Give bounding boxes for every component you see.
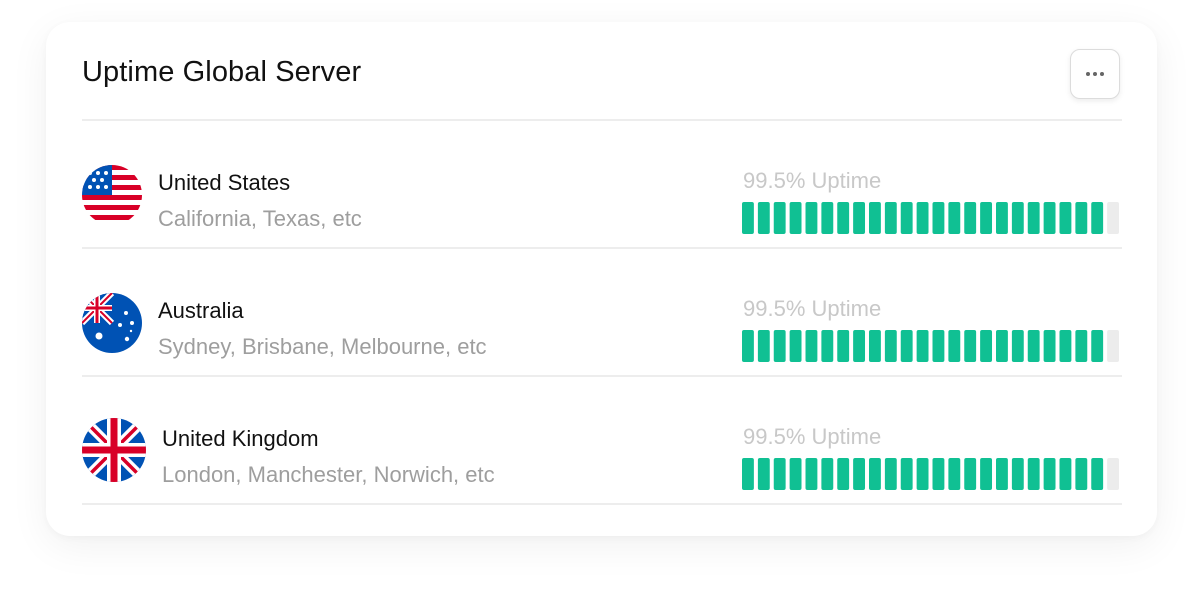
uptime-segment-up — [805, 202, 818, 234]
uptime-segment-up — [916, 202, 929, 234]
uptime-segment-up — [996, 458, 1008, 490]
row-divider — [82, 375, 1122, 377]
uk-flag-icon — [82, 418, 146, 482]
uptime-segment-up — [789, 202, 802, 234]
uptime-segment-up — [869, 458, 881, 490]
uptime-segment-up — [837, 330, 850, 362]
uptime-segment-up — [869, 202, 881, 234]
uptime-segment-up — [1091, 330, 1104, 362]
server-row-australia: Australia Sydney, Brisbane, Melbourne, e… — [82, 293, 1122, 393]
uptime-segment-up — [1075, 330, 1088, 362]
more-options-button[interactable] — [1070, 49, 1120, 99]
uptime-segment-up — [980, 330, 993, 362]
server-country: Australia — [158, 298, 244, 323]
uptime-segment-up — [773, 330, 786, 362]
uptime-segment-up — [900, 330, 913, 362]
uptime-segment-up — [1043, 330, 1056, 362]
server-country: United Kingdom — [162, 426, 319, 451]
uptime-segment-up — [948, 458, 961, 490]
uptime-segment-up — [757, 202, 770, 234]
header-divider — [82, 119, 1122, 121]
more-dot-icon — [1100, 72, 1104, 76]
uptime-segment-up — [821, 330, 834, 362]
uptime-segment-up — [1059, 330, 1072, 362]
server-country: United States — [158, 170, 291, 195]
uptime-segment-up — [1059, 202, 1072, 234]
uptime-segment-up — [900, 458, 913, 490]
uptime-segment-up — [821, 202, 834, 234]
uptime-segment-up — [1027, 330, 1040, 362]
uptime-segment-up — [869, 330, 881, 362]
uptime-segment-up — [980, 458, 993, 490]
uptime-segment-up — [742, 458, 754, 490]
uptime-segment-up — [773, 202, 786, 234]
uptime-segment-up — [789, 330, 802, 362]
uptime-segment-up — [742, 330, 754, 362]
uptime-segment-up — [980, 202, 993, 234]
uptime-segment-up — [789, 458, 802, 490]
uptime-segment-up — [916, 458, 929, 490]
uptime-segment-up — [757, 330, 770, 362]
uptime-segment-up — [853, 458, 866, 490]
server-regions: London, Manchester, Norwich, etc — [162, 462, 495, 487]
uptime-segment-up — [853, 202, 866, 234]
uptime-label: 99.5% Uptime — [743, 168, 882, 193]
more-dot-icon — [1093, 72, 1097, 76]
uptime-segment-up — [1075, 202, 1088, 234]
uptime-segment-up — [837, 202, 850, 234]
uptime-segment-up — [964, 330, 977, 362]
uptime-segment-up — [1011, 202, 1024, 234]
row-divider — [82, 247, 1122, 249]
uptime-segment-up — [805, 458, 818, 490]
uptime-segment-up — [996, 330, 1008, 362]
uptime-bar — [742, 330, 1120, 362]
server-row-us: United States California, Texas, etc 99.… — [82, 165, 1122, 265]
uptime-bar — [742, 202, 1120, 234]
uptime-segment-up — [1059, 458, 1072, 490]
uptime-segment-up — [1011, 458, 1024, 490]
uptime-segment-up — [964, 202, 977, 234]
uptime-segment-up — [900, 202, 913, 234]
uptime-segment-up — [996, 202, 1008, 234]
uptime-segment-up — [853, 330, 866, 362]
uptime-segment-up — [1075, 458, 1088, 490]
uptime-segment-up — [884, 458, 897, 490]
uptime-segment-up — [757, 458, 770, 490]
uptime-segment-up — [932, 458, 945, 490]
uptime-segment-up — [884, 202, 897, 234]
uptime-segment-up — [773, 458, 786, 490]
uptime-segment-up — [948, 202, 961, 234]
uptime-segment-up — [1011, 330, 1024, 362]
uptime-bar — [742, 458, 1120, 490]
uptime-segment-up — [821, 458, 834, 490]
uptime-segment-up — [884, 330, 897, 362]
uptime-segment-up — [837, 458, 850, 490]
uptime-segment-up — [1091, 458, 1104, 490]
uptime-label: 99.5% Uptime — [743, 296, 882, 321]
uptime-segment-up — [1027, 458, 1040, 490]
uptime-segment-up — [1027, 202, 1040, 234]
uptime-segment-up — [1043, 202, 1056, 234]
uptime-segment-up — [932, 330, 945, 362]
uptime-segment-pending — [1107, 202, 1120, 234]
row-divider — [82, 503, 1122, 505]
uptime-segment-up — [948, 330, 961, 362]
server-regions: California, Texas, etc — [158, 206, 362, 231]
card-title: Uptime Global Server — [82, 56, 362, 88]
uptime-segment-up — [742, 202, 754, 234]
more-dot-icon — [1086, 72, 1090, 76]
uptime-segment-up — [964, 458, 977, 490]
us-flag-icon — [82, 165, 142, 225]
uptime-segment-up — [916, 330, 929, 362]
uptime-segment-pending — [1107, 458, 1120, 490]
australia-flag-icon — [82, 293, 142, 353]
uptime-segment-up — [1043, 458, 1056, 490]
server-regions: Sydney, Brisbane, Melbourne, etc — [158, 334, 487, 359]
uptime-segment-pending — [1107, 330, 1120, 362]
uptime-segment-up — [1091, 202, 1104, 234]
uptime-label: 99.5% Uptime — [743, 424, 882, 449]
uptime-segment-up — [805, 330, 818, 362]
server-row-uk: United Kingdom London, Manchester, Norwi… — [82, 418, 1122, 521]
uptime-segment-up — [932, 202, 945, 234]
